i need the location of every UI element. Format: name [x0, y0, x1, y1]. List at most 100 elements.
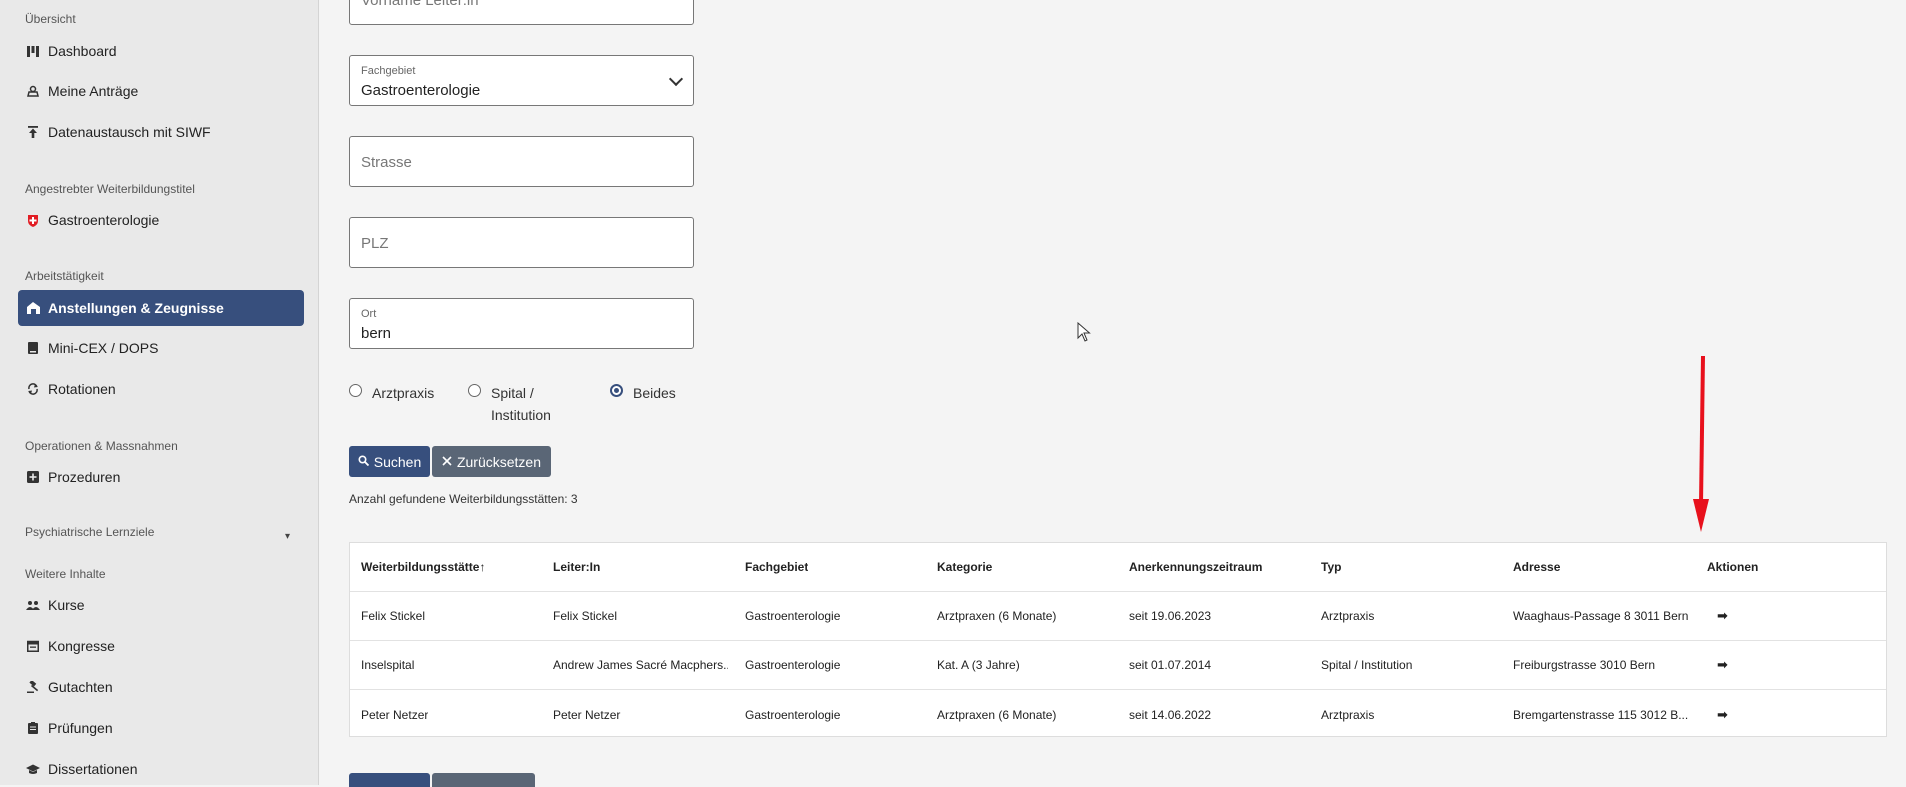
- sidebar-item-label: Prozeduren: [48, 469, 121, 485]
- graduation-cap-icon: [26, 762, 40, 776]
- sidebar-item-gutachten[interactable]: Gutachten: [18, 669, 304, 705]
- sidebar-item-datenaustausch[interactable]: Datenaustausch mit SIWF: [18, 114, 304, 150]
- sidebar-item-label: Datenaustausch mit SIWF: [48, 124, 211, 140]
- cell-leiter: Felix Stickel: [553, 609, 618, 623]
- arrow-right-icon[interactable]: ➡: [1717, 592, 1728, 640]
- cell-anerkennungszeitraum: seit 14.06.2022: [1129, 707, 1212, 722]
- column-header-fachgebiet[interactable]: Fachgebiet: [745, 543, 808, 591]
- column-header-typ[interactable]: Typ: [1321, 543, 1341, 591]
- sort-ascending-icon: ↑: [479, 560, 486, 574]
- main-content: Vorname Leiter:in Fachgebiet Gastroenter…: [319, 0, 1906, 787]
- section-title-overview: Übersicht: [25, 12, 76, 26]
- sidebar-item-rotationen[interactable]: Rotationen: [18, 371, 304, 407]
- fachgebiet-select[interactable]: Fachgebiet Gastroenterologie: [349, 55, 694, 106]
- section-psychiatrische-lernziele[interactable]: Psychiatrische Lernziele: [25, 525, 154, 539]
- table-row[interactable]: Felix Stickel Felix Stickel Gastroentero…: [350, 592, 1886, 641]
- cell-weiterbildungsstaette: Inselspital: [361, 658, 415, 672]
- reset-button[interactable]: Zurücksetzen: [432, 446, 551, 477]
- plus-square-icon: [26, 470, 40, 484]
- radio-label: Spital / Institution: [491, 385, 551, 423]
- users-icon: [26, 598, 40, 612]
- ort-field[interactable]: Ort bern: [349, 298, 694, 349]
- sidebar-item-kongresse[interactable]: Kongresse: [18, 628, 304, 664]
- table-row[interactable]: Peter Netzer Peter Netzer Gastroenterolo…: [350, 690, 1886, 739]
- column-header-weiterbildungsstaette[interactable]: Weiterbildungsstätte ↑: [361, 543, 485, 591]
- chevron-down-icon[interactable]: ▾: [285, 531, 290, 542]
- sidebar-item-label: Prüfungen: [48, 720, 113, 736]
- building-icon: [26, 301, 40, 315]
- dashboard-icon: [26, 44, 40, 58]
- sidebar-item-label: Kurse: [48, 597, 85, 613]
- search-icon: [358, 454, 369, 469]
- results-count: Anzahl gefundene Weiterbildungsstätten: …: [349, 492, 578, 506]
- strasse-placeholder: Strasse: [361, 154, 412, 171]
- cell-typ: Spital / Institution: [1321, 658, 1413, 672]
- radio-label: Beides: [633, 385, 676, 401]
- cell-kategorie: Arztpraxen (6 Monate): [937, 609, 1057, 623]
- table-header-row: Weiterbildungsstätte ↑ Leiter:In Fachgebi…: [350, 543, 1886, 592]
- fachgebiet-value: Gastroenterologie: [361, 82, 481, 99]
- radio-arztpraxis[interactable]: Arztpraxis: [349, 382, 434, 404]
- sidebar-item-label: Dissertationen: [48, 761, 138, 777]
- radio-circle[interactable]: [349, 384, 362, 397]
- fachgebiet-label: Fachgebiet: [361, 65, 416, 77]
- cell-fachgebiet: Gastroenterologie: [745, 707, 841, 722]
- rotate-icon: [26, 382, 40, 396]
- cell-anerkennungszeitraum: seit 01.07.2014: [1129, 658, 1212, 672]
- column-header-leiter[interactable]: Leiter:In: [553, 543, 600, 591]
- reset-button-label: Zurücksetzen: [456, 453, 542, 470]
- sidebar: Übersicht Dashboard Meine Anträge Datena…: [0, 0, 319, 785]
- column-header-anerkennungszeitraum[interactable]: Anerkennungszeitraum: [1129, 543, 1262, 591]
- cell-adresse: Freiburgstrasse 3010 Bern: [1513, 658, 1656, 672]
- strasse-field[interactable]: Strasse: [349, 136, 694, 187]
- cell-typ: Arztpraxis: [1321, 609, 1375, 623]
- cell-kategorie: Kat. A (3 Jahre): [937, 658, 1020, 672]
- gavel-icon: [26, 680, 40, 694]
- sidebar-item-dashboard[interactable]: Dashboard: [18, 33, 304, 69]
- sidebar-item-gastroenterologie[interactable]: Gastroenterologie: [18, 202, 304, 238]
- arrow-right-icon[interactable]: ➡: [1717, 641, 1728, 689]
- swiss-shield-icon: [26, 213, 40, 227]
- mouse-cursor-icon: [1077, 322, 1091, 342]
- ort-label: Ort: [361, 308, 377, 320]
- column-header-kategorie[interactable]: Kategorie: [937, 543, 992, 591]
- radio-circle[interactable]: [468, 384, 481, 397]
- search-button[interactable]: Suchen: [349, 446, 430, 477]
- plz-field[interactable]: PLZ: [349, 217, 694, 268]
- column-header-adresse[interactable]: Adresse: [1513, 543, 1560, 591]
- vorname-leiter-field[interactable]: Vorname Leiter:in: [349, 0, 694, 25]
- radio-spital-institution[interactable]: Spital / Institution: [468, 382, 578, 426]
- cell-adresse: Bremgartenstrasse 115 3012 B...: [1513, 707, 1689, 722]
- table-row[interactable]: Inselspital Andrew James Sacré Macphers.…: [350, 641, 1886, 690]
- cell-anerkennungszeitraum: seit 19.06.2023: [1129, 609, 1212, 623]
- plz-placeholder: PLZ: [361, 235, 389, 252]
- radio-beides[interactable]: Beides: [610, 382, 676, 404]
- sidebar-item-meine-antraege[interactable]: Meine Anträge: [18, 73, 304, 109]
- sidebar-item-label: Gastroenterologie: [48, 212, 160, 228]
- cell-kategorie: Arztpraxen (6 Monate): [937, 707, 1057, 722]
- book-icon: [26, 341, 40, 355]
- sidebar-item-label: Gutachten: [48, 679, 113, 695]
- sidebar-item-label: Anstellungen & Zeugnisse: [48, 300, 224, 316]
- chevron-down-icon: [668, 71, 684, 87]
- vorname-leiter-placeholder: Vorname Leiter:in: [361, 0, 479, 9]
- section-title-arbeitstaetigkeit: Arbeitstätigkeit: [25, 269, 104, 283]
- type-radio-group: Arztpraxis Spital / Institution Beides: [349, 382, 769, 423]
- sidebar-item-pruefungen[interactable]: Prüfungen: [18, 710, 304, 746]
- cell-adresse: Waaghaus-Passage 8 3011 Bern: [1513, 609, 1689, 623]
- upload-icon: [26, 125, 40, 139]
- calendar-icon: [26, 639, 40, 653]
- sidebar-item-kurse[interactable]: Kurse: [18, 587, 304, 623]
- cell-weiterbildungsstaette: Felix Stickel: [361, 609, 426, 623]
- sidebar-item-mini-cex[interactable]: Mini-CEX / DOPS: [18, 330, 304, 366]
- cell-typ: Arztpraxis: [1321, 707, 1375, 722]
- section-title-weiterbildungstitel: Angestrebter Weiterbildungstitel: [25, 182, 195, 196]
- radio-circle-selected[interactable]: [610, 384, 623, 397]
- sidebar-item-anstellungen[interactable]: Anstellungen & Zeugnisse: [18, 290, 304, 326]
- sidebar-item-dissertationen[interactable]: Dissertationen: [18, 751, 304, 787]
- column-header-aktionen: Aktionen: [1707, 560, 1759, 574]
- arrow-right-icon[interactable]: ➡: [1717, 690, 1728, 739]
- sidebar-item-prozeduren[interactable]: Prozeduren: [18, 459, 304, 495]
- cell-leiter: Andrew James Sacré Macphers...: [553, 658, 728, 672]
- annotation-arrow-icon: [1693, 355, 1709, 532]
